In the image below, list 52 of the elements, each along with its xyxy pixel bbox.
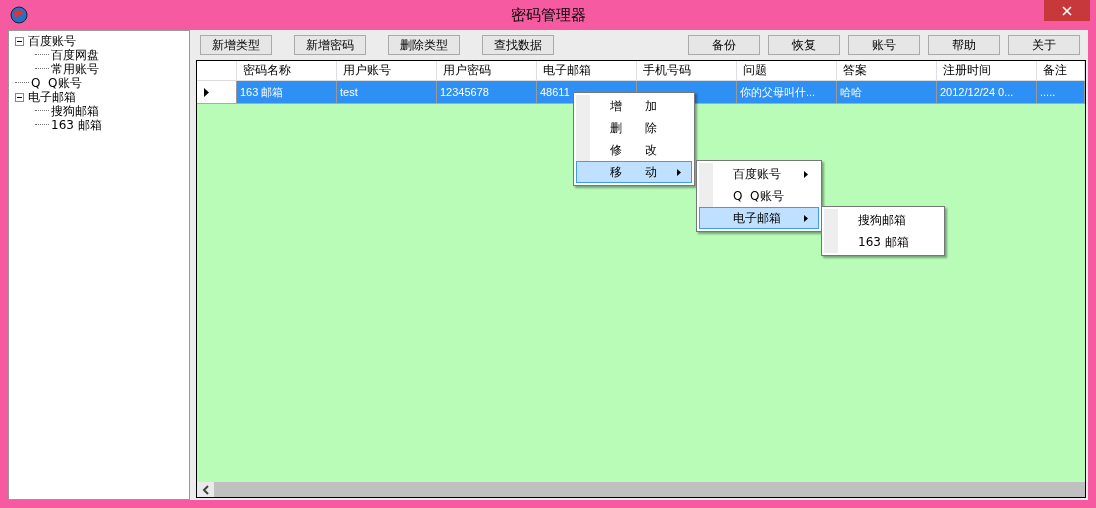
menu-item[interactable]: 删 除 [576,117,692,139]
table-cell: 163 邮箱 [237,81,337,103]
table-cell: ..... [1037,81,1085,103]
table-cell: 哈哈 [837,81,937,103]
tree-item[interactable]: Q Q账号 [31,76,82,90]
menu-item[interactable]: 电子邮箱 [699,207,819,229]
toolbar-button[interactable]: 帮助 [928,35,1000,55]
collapse-icon[interactable] [15,36,24,46]
toolbar-button[interactable]: 新增类型 [200,35,272,55]
toolbar-button[interactable]: 恢复 [768,35,840,55]
menu-item[interactable]: 移 动 [576,161,692,183]
column-header[interactable]: 电子邮箱 [537,61,637,80]
submenu-arrow-icon [804,215,808,222]
tree-item[interactable]: 常用账号 [51,62,99,76]
collapse-icon[interactable] [15,92,24,102]
close-button[interactable] [1044,0,1090,21]
toolbar-button[interactable]: 备份 [688,35,760,55]
table-cell: 12345678 [437,81,537,103]
tree-item[interactable]: 搜狗邮箱 [51,104,99,118]
toolbar-button[interactable]: 查找数据 [482,35,554,55]
tree-item[interactable]: 百度账号 [28,34,76,48]
table-cell: test [337,81,437,103]
menu-item[interactable]: 百度账号 [699,163,819,185]
submenu-arrow-icon [804,171,808,178]
globe-icon [10,6,28,24]
row-pointer-icon [204,87,209,97]
menu-item[interactable]: Q Q账号 [699,185,819,207]
column-header[interactable]: 密码名称 [237,61,337,80]
column-header[interactable]: 答案 [837,61,937,80]
column-header[interactable]: 用户账号 [337,61,437,80]
table-cell: 2012/12/24 0... [937,81,1037,103]
menu-item[interactable]: 修 改 [576,139,692,161]
column-header[interactable]: 注册时间 [937,61,1037,80]
column-header[interactable]: 用户密码 [437,61,537,80]
column-header[interactable]: 手机号码 [637,61,737,80]
horizontal-scrollbar[interactable] [197,482,1085,497]
column-header[interactable]: 备注 [1037,61,1085,80]
toolbar-button[interactable]: 删除类型 [388,35,460,55]
table-cell: 你的父母叫什... [737,81,837,103]
scroll-left-icon[interactable] [197,482,214,497]
menu-item[interactable]: 163 邮箱 [824,231,942,253]
menu-item[interactable]: 搜狗邮箱 [824,209,942,231]
submenu-arrow-icon [677,169,681,176]
column-header[interactable]: 问题 [737,61,837,80]
tree-item[interactable]: 百度网盘 [51,48,99,62]
toolbar-button[interactable]: 账号 [848,35,920,55]
close-icon [1062,5,1072,16]
toolbar-button[interactable]: 新增密码 [294,35,366,55]
window-title: 密码管理器 [510,5,586,25]
tree-item[interactable]: 电子邮箱 [28,90,76,104]
toolbar-button[interactable]: 关于 [1008,35,1080,55]
tree-item[interactable]: 163 邮箱 [51,118,102,132]
